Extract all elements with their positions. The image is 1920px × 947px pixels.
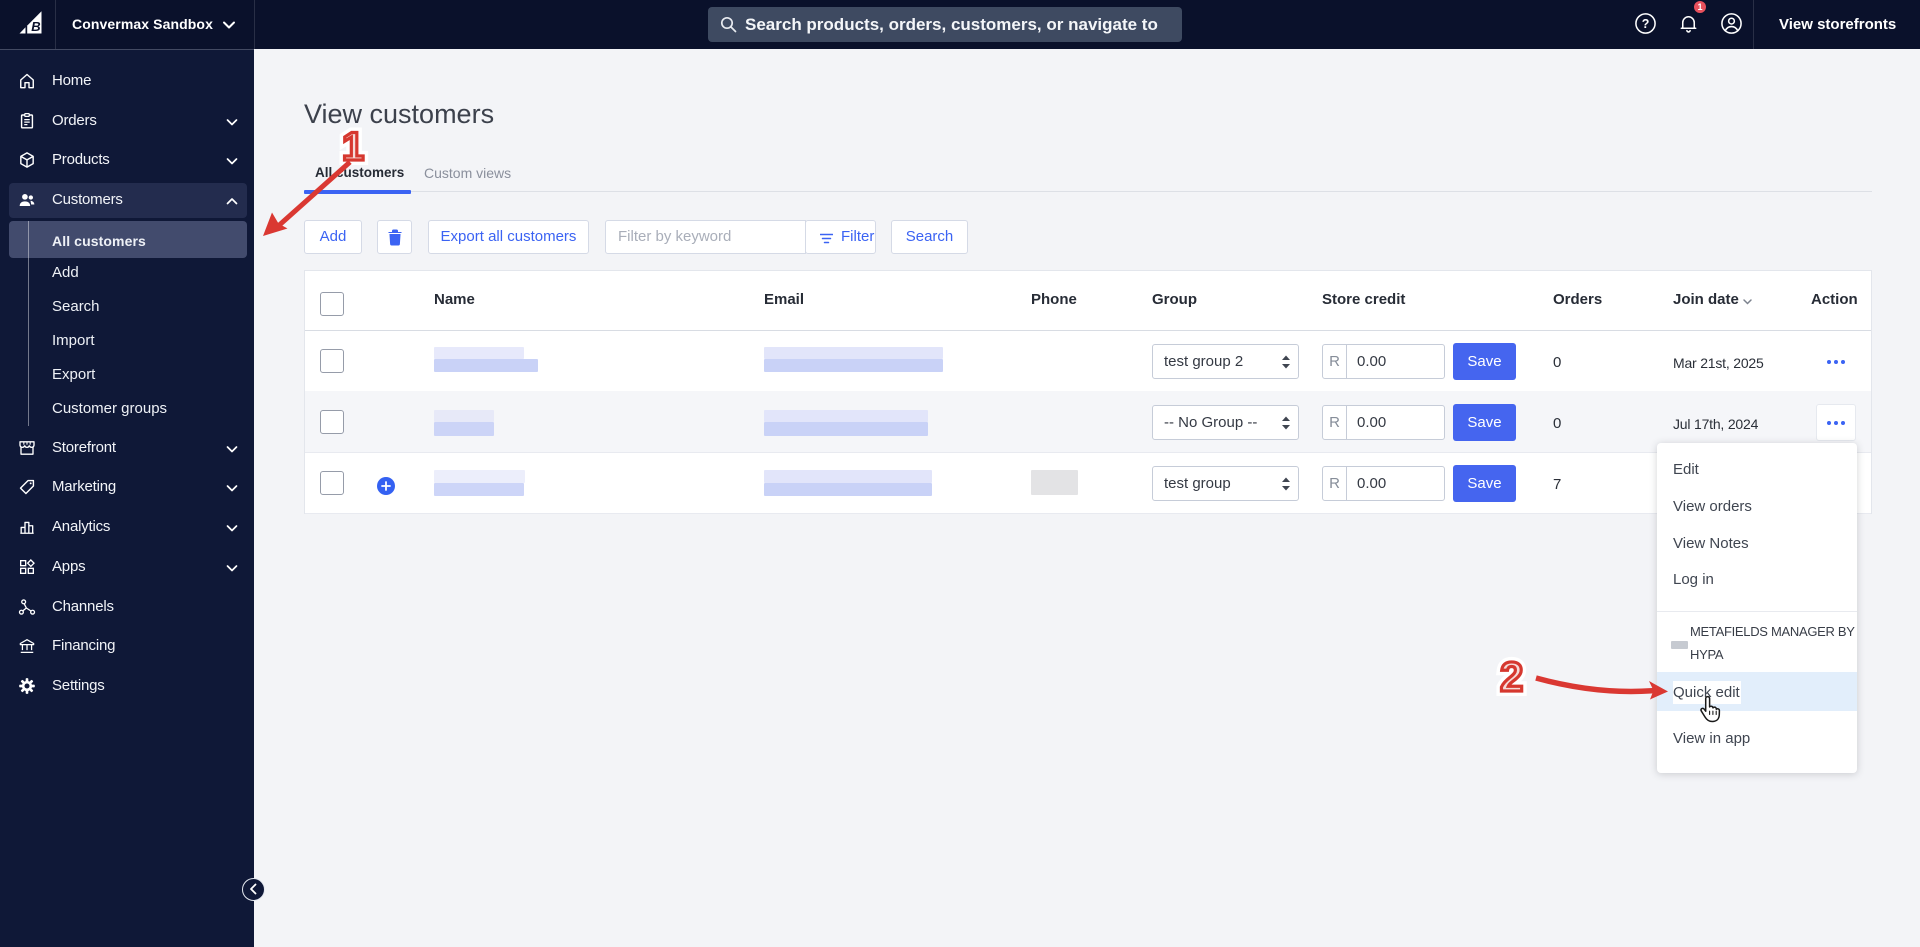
svg-text:2: 2 <box>1500 653 1523 700</box>
svg-text:1: 1 <box>342 125 364 169</box>
